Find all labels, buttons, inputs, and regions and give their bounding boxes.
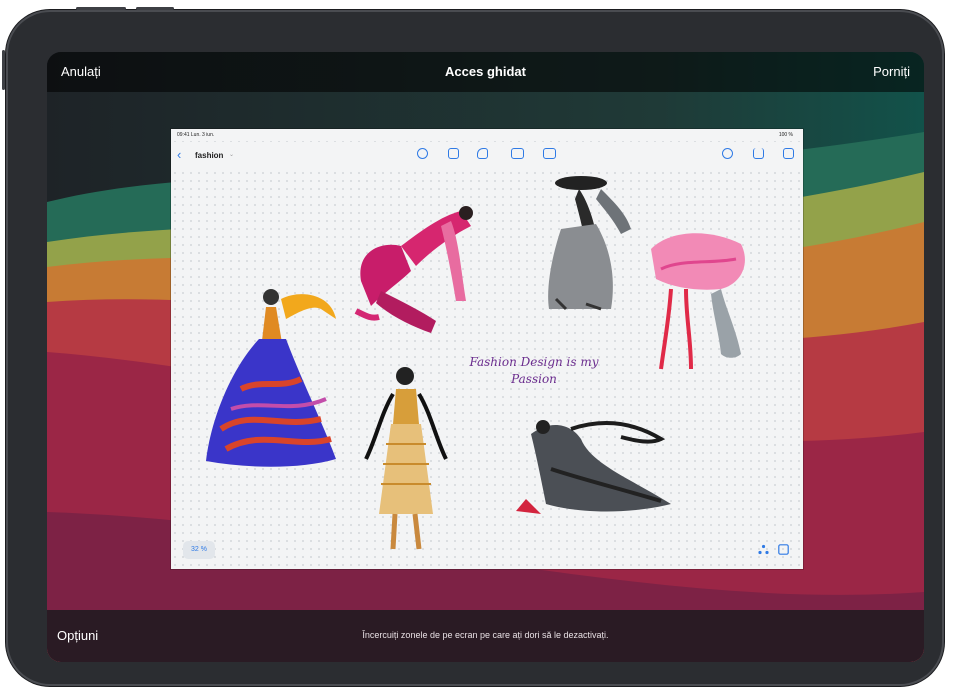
add-text-icon[interactable]: [511, 148, 524, 159]
chevron-left-icon[interactable]: ‹: [177, 147, 181, 162]
start-button[interactable]: Porniți: [873, 64, 910, 79]
document-title[interactable]: fashion: [195, 151, 223, 160]
battery-indicator: 100 %: [778, 132, 793, 138]
freeform-app-preview[interactable]: 09:41 Lun. 3 iun. 100 % ‹ fashion ⌄ Fash…: [171, 129, 803, 569]
status-time: 09:41 Lun. 3 iun.: [177, 132, 215, 138]
caption-line-1: Fashion Design is my: [469, 355, 599, 369]
compose-icon[interactable]: [783, 148, 794, 159]
figure-black-gown: [516, 420, 671, 514]
pen-icon[interactable]: [417, 148, 428, 159]
figure-pink-dancer: [354, 206, 473, 333]
shapes-icon[interactable]: [477, 148, 488, 159]
caption-line-2: Passion: [511, 372, 557, 386]
volume-button: [2, 50, 5, 90]
top-button-2: [136, 7, 174, 10]
app-toolbar: ‹ fashion ⌄: [171, 143, 803, 167]
figure-grey-dress-hat: [548, 176, 631, 311]
figure-orange-blue-gown: [206, 289, 336, 467]
guided-access-top-bar: Anulați Acces ghidat Porniți: [47, 52, 924, 92]
share-icon[interactable]: [753, 148, 764, 159]
guided-access-title: Acces ghidat: [445, 64, 526, 79]
figure-gold-dress: [364, 367, 448, 550]
canvas-caption: Fashion Design is my Passion: [449, 354, 619, 388]
instruction-text: Încercuiți zonele de pe ecran pe care aț…: [362, 630, 609, 640]
status-bar: 09:41 Lun. 3 iun. 100 %: [171, 129, 803, 141]
connect-icon[interactable]: [758, 544, 769, 555]
chevron-down-icon[interactable]: ⌄: [229, 151, 234, 158]
collaboration-icon[interactable]: [722, 148, 733, 159]
guided-access-bottom-bar: Opțiuni Încercuiți zonele de pe ecran pe…: [47, 610, 924, 662]
image-icon[interactable]: [543, 148, 556, 159]
screen: Anulați Acces ghidat Porniți 09:41 Lun. …: [47, 52, 924, 662]
figure-pink-feather: [651, 233, 745, 370]
text-box-icon[interactable]: [448, 148, 459, 159]
zoom-level-button[interactable]: 32 %: [183, 541, 215, 559]
grid-icon[interactable]: [778, 544, 789, 555]
top-button: [76, 7, 126, 10]
